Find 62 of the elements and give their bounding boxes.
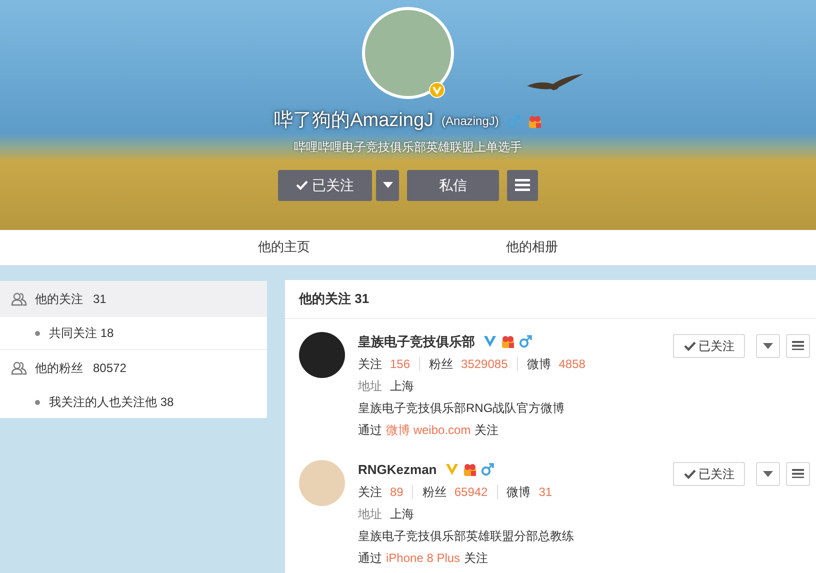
menu-icon (792, 468, 804, 478)
user-bio: 皇族电子竞技俱乐部英雄联盟分部总教练 (358, 528, 575, 544)
user-name[interactable]: 皇族电子竞技俱乐部 (358, 330, 475, 352)
via-suffix: 关注 (474, 422, 499, 438)
sidebar-label: 他的粉丝 (35, 360, 83, 377)
user-bio: 皇族电子竞技俱乐部RNG战队官方微博 (358, 400, 566, 416)
gift-badge-icon (528, 114, 542, 128)
dropdown-button[interactable] (756, 462, 780, 486)
nav-tab[interactable]: 他的主页 (160, 230, 408, 265)
dropdown-button[interactable] (376, 170, 399, 200)
dropdown-button[interactable] (756, 334, 780, 358)
check-icon (684, 340, 696, 350)
address-label: 地址 (358, 378, 382, 394)
sidebar-item[interactable]: 他的粉丝 80572 (0, 350, 267, 386)
menu-button[interactable] (786, 334, 810, 358)
stat-label: 关注 (358, 356, 382, 372)
followed-button[interactable]: 已关注 (673, 462, 745, 486)
address-label: 地址 (358, 506, 382, 522)
profile-bio: 哔哩哔哩电子竞技俱乐部英雄联盟上单选手 (294, 138, 522, 156)
menu-button[interactable] (507, 170, 538, 200)
bullet-icon (35, 400, 40, 404)
remark-name: (AnazingJ) (442, 113, 499, 130)
followed-button[interactable]: 已关注 (278, 170, 372, 200)
message-button[interactable]: 私信 (407, 170, 499, 200)
followed-button[interactable]: 已关注 (673, 334, 745, 358)
sidebar-count: 80572 (93, 360, 126, 377)
sidebar-label: 他的关注 (35, 291, 83, 308)
people-icon (11, 361, 27, 375)
caret-icon (763, 470, 773, 476)
stat-label: 粉丝 (422, 484, 446, 500)
address-value: 上海 (390, 506, 414, 522)
gift-badge-icon (501, 335, 515, 348)
people-icon (11, 292, 27, 306)
bullet-icon (35, 330, 40, 336)
gift-badge-icon (462, 463, 477, 476)
stat-label: 微博 (506, 484, 531, 500)
subitem-label: 我关注的人也关注他 38 (49, 394, 174, 411)
stat-label: 粉丝 (429, 356, 454, 372)
user-name[interactable]: RNGKezman (358, 458, 437, 480)
stat-label: 微博 (526, 356, 551, 372)
address-value: 上海 (390, 378, 414, 394)
check-icon (296, 180, 308, 190)
via-label: 通过 (358, 422, 382, 438)
caret-icon (382, 182, 392, 188)
panel-title: 他的关注 31 (285, 280, 816, 318)
caret-icon (763, 342, 773, 348)
sidebar-item[interactable]: 他的关注 31 (0, 281, 267, 317)
sidebar-count: 31 (93, 291, 106, 308)
avatar-image (299, 332, 345, 378)
via-suffix: 关注 (464, 550, 488, 566)
sidebar-subitem[interactable]: 共同关注 18 (0, 317, 267, 349)
stat-label: 关注 (358, 484, 382, 500)
avatar-image (299, 460, 345, 506)
profile-name: 哔了狗的AmazingJ (274, 109, 434, 133)
sidebar-subitem[interactable]: 我关注的人也关注他 38 (0, 386, 267, 418)
menu-icon (792, 340, 804, 350)
menu-button[interactable] (786, 462, 810, 486)
check-icon (684, 468, 696, 478)
via-label: 通过 (358, 550, 382, 566)
nav-tab[interactable]: 他的相册 (408, 230, 656, 265)
menu-icon (515, 179, 530, 191)
subitem-label: 共同关注 18 (49, 325, 114, 342)
